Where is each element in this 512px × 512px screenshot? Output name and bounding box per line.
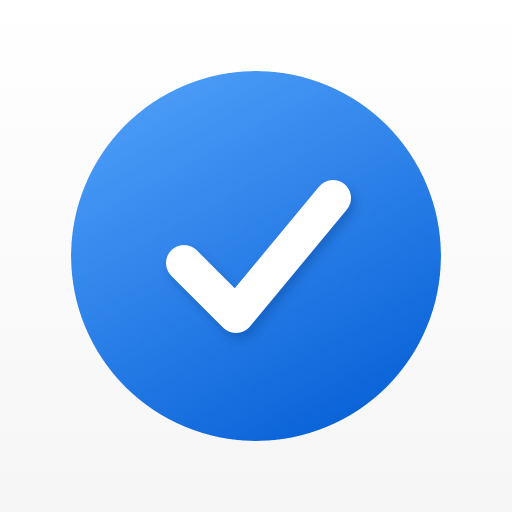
checkmark-circle-icon	[71, 71, 441, 441]
checkmark-circle-graphic	[71, 71, 441, 441]
circle-background	[71, 71, 441, 441]
app-icon-canvas	[0, 0, 512, 512]
